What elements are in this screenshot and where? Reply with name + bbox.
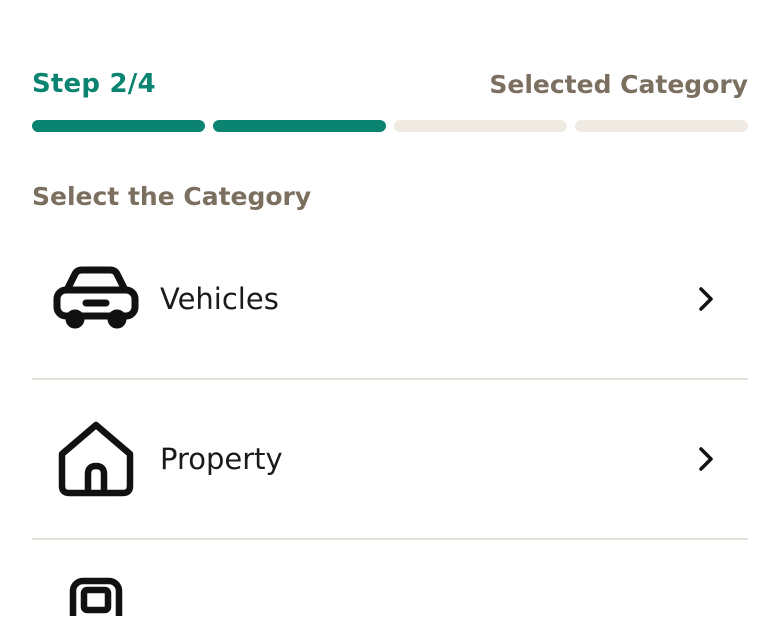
step-indicator: Step 2/4 — [32, 69, 156, 99]
progress-segment-3 — [394, 120, 567, 132]
mobile-icon — [32, 540, 160, 620]
chevron-right-icon — [686, 286, 726, 312]
category-label-vehicles: Vehicles — [160, 282, 279, 316]
step-title: Selected Category — [489, 69, 748, 99]
car-icon — [32, 219, 160, 379]
progress-segment-2 — [213, 120, 386, 132]
step-header: Step 2/4 Selected Category — [32, 64, 748, 104]
category-item-property[interactable]: Property — [32, 380, 748, 540]
category-list: Vehicles Property — [32, 220, 748, 620]
house-icon — [32, 379, 160, 539]
progress-segment-1 — [32, 120, 205, 132]
category-label-property: Property — [160, 442, 283, 476]
category-item-mobile[interactable] — [32, 540, 748, 620]
progress-segment-4 — [575, 120, 748, 132]
progress-bar — [32, 120, 748, 132]
section-title: Select the Category — [32, 182, 312, 211]
category-item-vehicles[interactable]: Vehicles — [32, 220, 748, 380]
chevron-right-icon — [686, 446, 726, 472]
